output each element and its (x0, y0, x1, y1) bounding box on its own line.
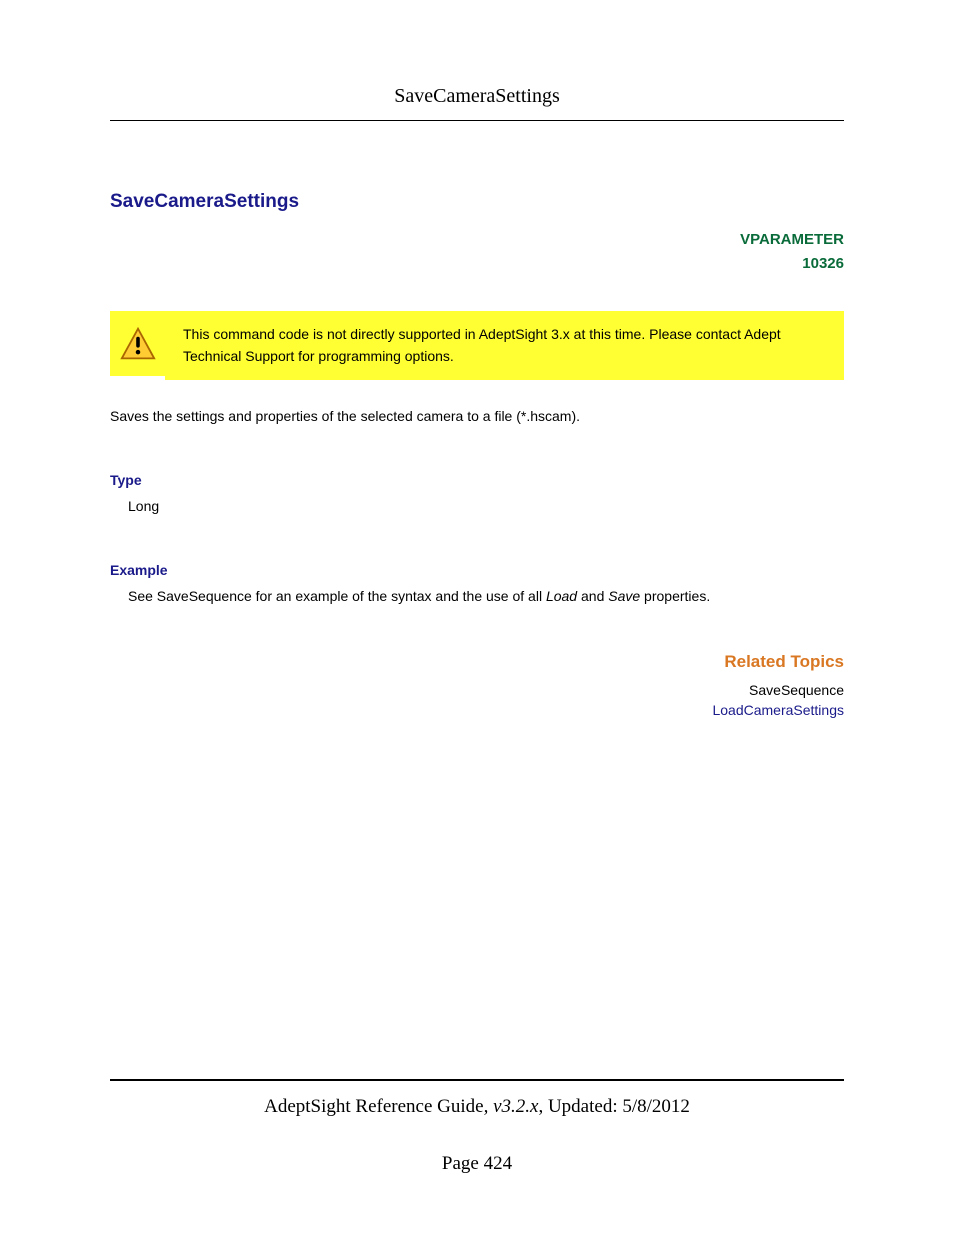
page-number: Page 424 (110, 1153, 844, 1175)
page-header-title: SaveCameraSettings (0, 0, 954, 108)
example-label: Example (110, 562, 844, 578)
type-value: Long (128, 496, 844, 517)
warning-text: This command code is not directly suppor… (165, 311, 844, 380)
related-link-loadcamerasettings[interactable]: LoadCameraSettings (712, 702, 844, 718)
related-topics-title: Related Topics (110, 652, 844, 672)
footer-text: AdeptSight Reference Guide, v3.2.x, Upda… (110, 1096, 844, 1118)
page-footer: AdeptSight Reference Guide, v3.2.x, Upda… (110, 1079, 844, 1175)
footer-rule (110, 1079, 844, 1081)
warning-icon-cell (110, 311, 165, 376)
related-topics: Related Topics SaveSequence LoadCameraSe… (110, 652, 844, 718)
vparameter-block: VPARAMETER 10326 (110, 228, 844, 276)
main-content: SaveCameraSettings VPARAMETER 10326 This… (110, 191, 844, 718)
vparameter-code: 10326 (110, 252, 844, 276)
main-title: SaveCameraSettings (110, 191, 844, 213)
warning-box: This command code is not directly suppor… (110, 311, 844, 380)
header-rule (110, 120, 844, 121)
type-label: Type (110, 472, 844, 488)
warning-icon (120, 326, 156, 362)
description-text: Saves the settings and properties of the… (110, 408, 844, 424)
vparameter-label: VPARAMETER (110, 228, 844, 252)
example-text: See SaveSequence for an example of the s… (128, 586, 844, 607)
related-item-savesequence: SaveSequence (110, 682, 844, 698)
